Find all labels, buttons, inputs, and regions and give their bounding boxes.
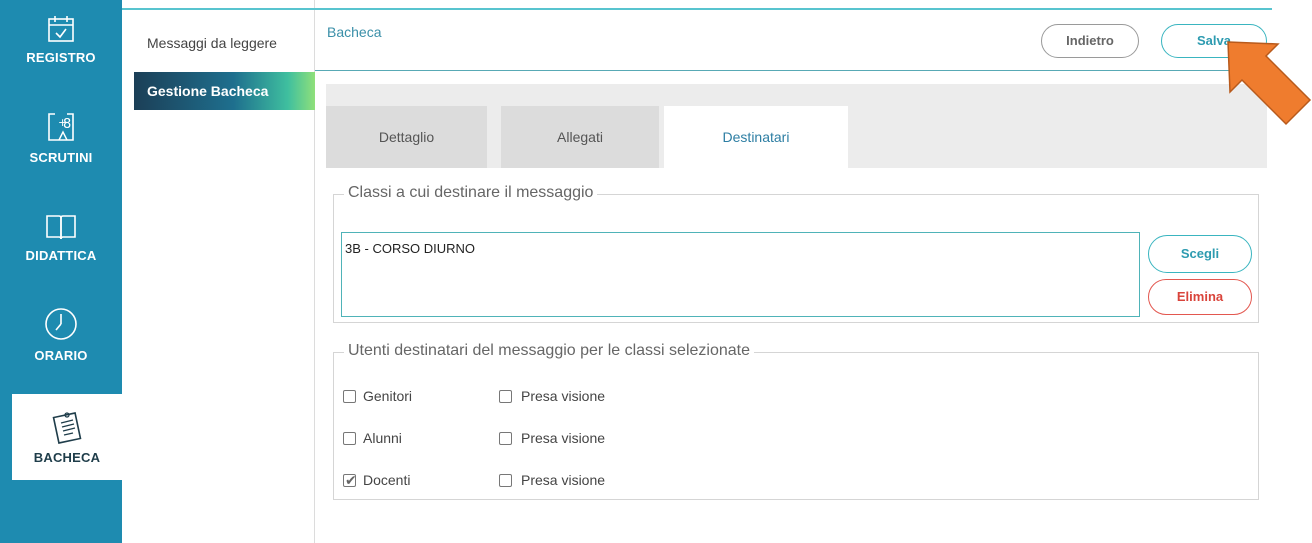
tab-bar: Dettaglio Allegati Destinatari [326,84,1267,168]
clock-icon [45,308,77,340]
submenu-item-messaggi-da-leggere[interactable]: Messaggi da leggere [134,24,315,62]
notice-board-icon [52,412,82,444]
choose-button[interactable]: Scegli [1148,235,1252,273]
genitori-checkbox[interactable] [343,390,356,403]
submenu: Messaggi da leggere Gestione Bacheca [122,0,315,543]
nav-item-didattica[interactable]: DIDATTICA [0,212,122,263]
nav-label: SCRUTINI [29,150,93,165]
recipients-legend: Utenti destinatari del messaggio per le … [344,342,754,360]
nav-label: DIDATTICA [25,248,97,263]
classes-legend: Classi a cui destinare il messaggio [344,184,598,202]
delete-button[interactable]: Elimina [1148,279,1252,315]
classes-fieldset: Classi a cui destinare il messaggio 3B -… [333,184,1259,323]
nav-item-scrutini[interactable]: + 8 SCRUTINI [0,110,122,165]
alunni-presa-visione-label: Presa visione [521,430,606,446]
docenti-presa-visione-checkbox[interactable] [499,474,512,487]
book-icon [46,215,76,240]
docenti-presa-visione-label: Presa visione [521,472,606,488]
tab-allegati[interactable]: Allegati [501,106,659,168]
svg-text:8: 8 [63,117,71,132]
selected-classes-box[interactable]: 3B - CORSO DIURNO [341,232,1140,317]
genitori-presa-visione-checkbox[interactable] [499,390,512,403]
alunni-presa-visione-checkbox[interactable] [499,432,512,445]
tab-dettaglio[interactable]: Dettaglio [326,106,487,168]
alunni-label: Alunni [363,430,402,446]
genitori-presa-visione-label: Presa visione [521,388,606,404]
page-title: Bacheca [327,24,382,40]
nav-label: ORARIO [34,348,88,363]
submenu-item-gestione-bacheca[interactable]: Gestione Bacheca [134,72,315,110]
selected-class-item: 3B - CORSO DIURNO [345,241,476,256]
main-nav-rail: REGISTRO + 8 SCRUTINI DIDATTICA ORARIO B… [0,0,122,543]
alunni-checkbox[interactable] [343,432,356,445]
recipients-fieldset: Utenti destinatari del messaggio per le … [333,342,1259,500]
check-icon: ✔ [345,472,357,488]
docenti-checkbox[interactable]: ✔ [343,472,357,488]
docenti-label: Docenti [363,472,411,488]
tab-destinatari[interactable]: Destinatari [664,106,848,168]
calendar-icon [48,16,74,42]
nav-label: REGISTRO [26,50,96,65]
genitori-label: Genitori [363,388,413,404]
nav-item-orario[interactable]: ORARIO [0,306,122,363]
nav-label: BACHECA [33,450,101,465]
page-header: Bacheca Indietro Salva [315,10,1272,71]
back-button[interactable]: Indietro [1041,24,1139,58]
nav-item-registro[interactable]: REGISTRO [0,14,122,65]
plus-eight-icon: + 8 [48,113,74,141]
arrow-annotation-icon [1227,41,1312,126]
nav-item-bacheca[interactable]: BACHECA [12,394,122,480]
